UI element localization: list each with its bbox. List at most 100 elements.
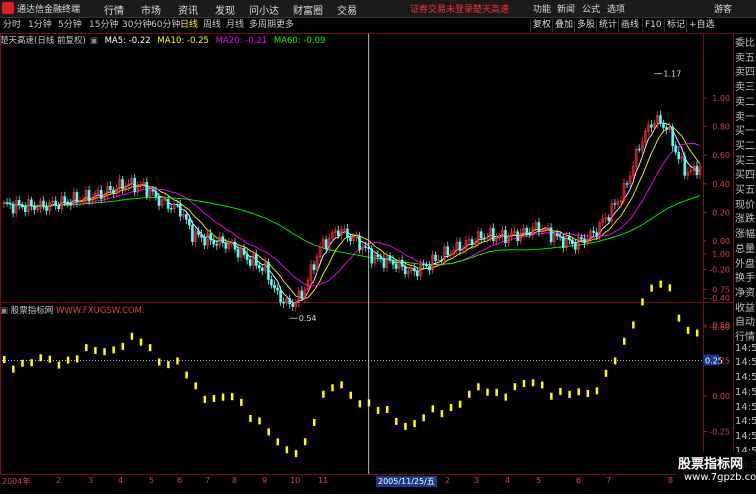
indicator-mark <box>677 314 681 322</box>
indicator-mark <box>349 391 352 399</box>
candle-body <box>191 224 194 242</box>
candle-body <box>23 206 27 212</box>
quote-panel-row: 现价 <box>735 199 755 211</box>
time-axis-label: 3 <box>88 476 94 485</box>
time-cursor-label: 2005/11/25/五 <box>376 476 437 487</box>
watermark-logo: 股票指标网 www.7gpzb.com <box>676 452 756 487</box>
candle-body <box>99 189 103 199</box>
indicator-mark <box>139 338 143 346</box>
candle-body <box>221 236 225 244</box>
main-y-tick-label: -0.20 <box>709 266 730 275</box>
candle-body <box>574 243 577 250</box>
sub-y-tick-label: 0.75 <box>712 286 730 295</box>
indicator-mark <box>212 394 216 402</box>
quote-panel-row: 14:56 <box>735 386 756 398</box>
quote-panel-row: 卖四 <box>735 67 755 79</box>
candle-body <box>376 254 380 258</box>
candlesticks <box>2 110 702 311</box>
candle-body <box>291 303 295 307</box>
indicator-mark <box>395 417 398 425</box>
candle-body <box>537 222 541 233</box>
candle-body <box>154 190 158 197</box>
candle-body <box>45 206 48 211</box>
indicator-mark <box>659 280 662 288</box>
candle-body <box>349 237 352 242</box>
time-axis-label: 2 <box>445 476 451 485</box>
indicator-mark <box>66 356 70 364</box>
time-axis-label: 8 <box>232 476 238 485</box>
quote-panel-row: 卖二 <box>735 96 755 108</box>
candle-body <box>242 248 246 255</box>
main-y-tick-label: 0.20 <box>712 208 730 217</box>
quote-panel-row: 14:56 <box>735 416 756 428</box>
quote-panel-row: 买三 <box>735 155 755 167</box>
indicator-mark <box>21 359 24 367</box>
sub-y-tick-label: 0.00 <box>712 392 730 401</box>
candle-body <box>203 236 206 246</box>
candle-body <box>695 165 699 176</box>
candle-body <box>261 267 264 271</box>
indicator-mark <box>322 390 325 398</box>
candle-body <box>458 241 462 251</box>
indicator-mark <box>449 404 453 412</box>
candle-body <box>282 301 285 304</box>
indicator-mark <box>130 332 134 340</box>
candle-body <box>267 261 270 280</box>
candle-body <box>5 202 9 204</box>
candle-body <box>248 259 252 266</box>
candle-body <box>112 189 115 193</box>
indicator-mark <box>39 354 42 362</box>
low-price-label: 0.54 <box>299 314 317 323</box>
sub-y-tick-label: -0.25 <box>709 428 730 437</box>
indicator-mark <box>313 418 316 426</box>
candle-body <box>434 254 437 261</box>
quote-panel-row: 总量 <box>735 243 755 255</box>
indicator-mark <box>504 393 507 401</box>
quote-panel-row: 买四 <box>735 170 755 182</box>
candle-body <box>592 230 595 233</box>
quote-panel-row: 卖五 <box>735 52 755 64</box>
indicator-mark <box>230 393 234 401</box>
candle-body <box>75 192 79 203</box>
sub-y-tick-label: 0.50 <box>712 321 730 330</box>
indicator-mark <box>148 344 152 352</box>
candle-body <box>166 199 170 209</box>
candle-body <box>479 231 483 239</box>
candle-body <box>224 242 228 249</box>
quote-panel-row: 行情 <box>735 332 755 343</box>
indicator-mark <box>413 420 416 428</box>
quote-panel-row: 买二 <box>735 140 755 152</box>
main-y-tick-label: -0.40 <box>709 294 730 303</box>
candle-body <box>11 203 15 214</box>
candle-body <box>555 233 559 237</box>
candle-body <box>185 214 188 220</box>
candle-body <box>413 267 416 272</box>
quote-panel-row: 买一 <box>735 126 755 138</box>
time-axis-label: 5 <box>149 476 155 485</box>
indicator-mark <box>604 369 608 377</box>
watermark-title: 股票指标网 <box>678 457 744 472</box>
quote-panel-row: 14:56 <box>735 357 756 369</box>
candle-body <box>607 217 611 221</box>
candle-body <box>109 185 112 191</box>
candle-body <box>212 239 216 245</box>
candle-body <box>233 241 237 250</box>
ma60-line <box>3 195 701 265</box>
indicator-mark <box>30 359 33 367</box>
indicator-mark <box>568 390 571 398</box>
candle-body <box>665 127 668 130</box>
candle-body <box>677 151 681 160</box>
indicator-mark <box>431 405 435 413</box>
indicator-mark <box>240 398 243 406</box>
indicator-mark <box>158 358 161 366</box>
candle-body <box>549 227 553 243</box>
indicator-mark <box>176 357 179 365</box>
candle-body <box>63 196 67 203</box>
indicator-mark <box>75 355 79 363</box>
indicator-mark <box>531 379 535 387</box>
indicator-mark <box>595 387 599 395</box>
time-axis-label: 6 <box>576 476 582 485</box>
chart-canvas[interactable]: 1.000.800.600.400.200.00-0.20-0.40-0.601… <box>0 0 756 487</box>
indicator-mark <box>185 371 188 379</box>
indicator-mark <box>376 406 380 414</box>
